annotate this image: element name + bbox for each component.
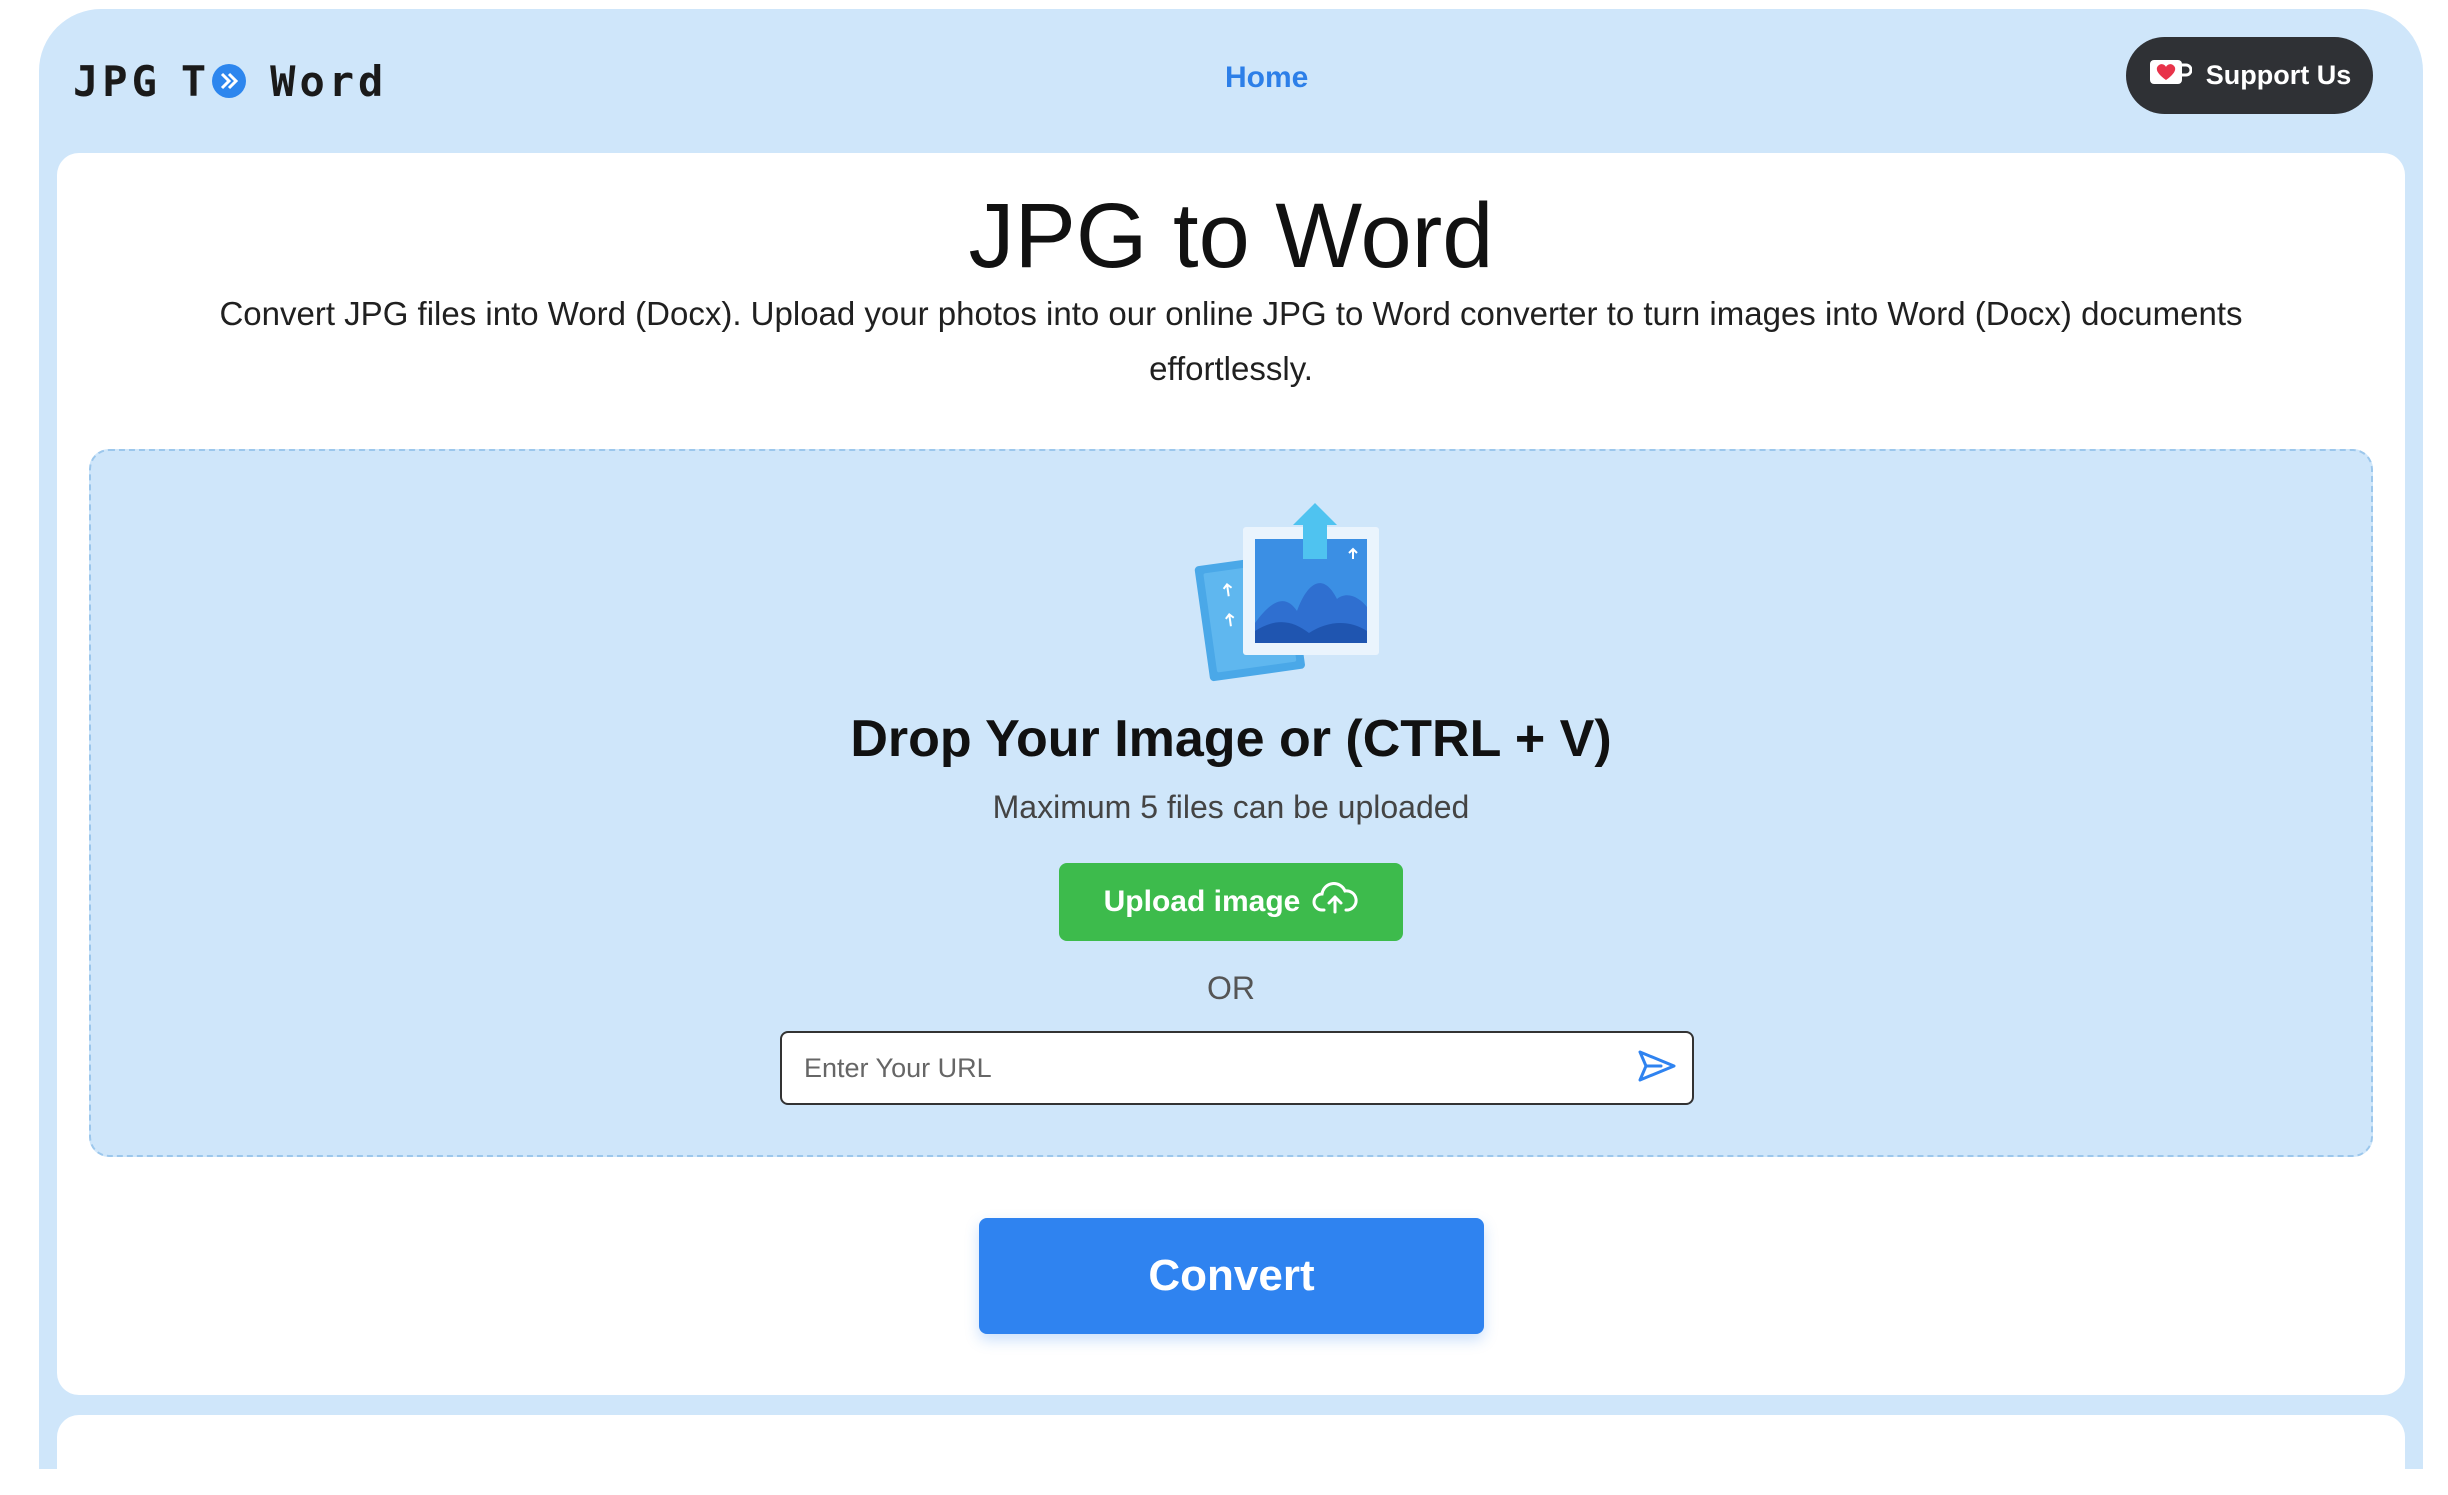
image-upload-illustration [1193,501,1383,691]
heart-icon [2148,57,2193,94]
support-us-button[interactable]: Support Us [2126,37,2373,114]
convert-button[interactable]: Convert [979,1218,1484,1334]
converter-card: JPG to Word Convert JPG files into Word … [57,153,2405,1395]
upload-image-label: Upload image [1103,885,1301,918]
dropzone-subtitle: Maximum 5 files can be uploaded [992,789,1470,825]
send-url-button[interactable] [1622,1033,1692,1103]
logo-text-to: T [181,57,250,106]
site-logo[interactable]: JPG T Word [73,51,387,111]
cloud-upload-icon [1312,882,1358,922]
page-title: JPG to Word [968,185,1494,287]
next-section-card [57,1415,2405,1495]
send-icon [1637,1049,1677,1088]
page-description: Convert JPG files into Word (Docx). Uplo… [219,295,2243,387]
url-input-group [780,1031,1694,1105]
page-frame: JPG T Word Home Support Us JPG to Word C… [39,9,2423,1495]
top-navbar: JPG T Word Home Support Us [39,9,2423,153]
double-chevron-right-icon [212,64,247,98]
dropzone-title: Drop Your Image or (CTRL + V) [850,710,1612,768]
upload-image-button[interactable]: Upload image [1059,863,1403,941]
or-separator: OR [1207,970,1255,1006]
support-us-label: Support Us [2205,60,2352,90]
url-input[interactable] [782,1032,1622,1104]
nav-home-link[interactable]: Home [1225,61,1308,95]
image-dropzone[interactable]: Drop Your Image or (CTRL + V) Maximum 5 … [89,449,2373,1157]
logo-text-jpg: JPG [73,56,161,106]
logo-text-t: T [180,56,211,106]
logo-text-word: Word [270,56,388,106]
